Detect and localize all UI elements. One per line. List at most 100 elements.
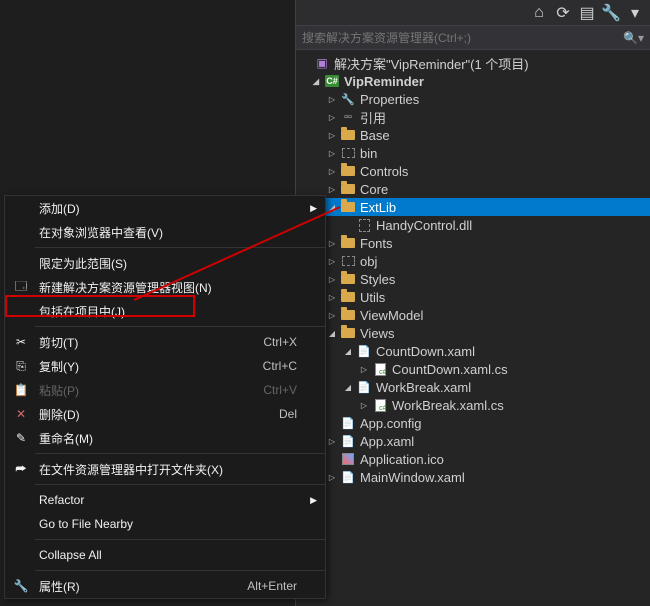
expander-icon[interactable] xyxy=(326,309,338,321)
file-label: WorkBreak.xaml.cs xyxy=(392,398,504,413)
menu-goto-file[interactable]: Go to File Nearby xyxy=(5,512,325,536)
folder-viewmodel[interactable]: ViewModel xyxy=(296,306,650,324)
search-row[interactable]: 🔍▾ xyxy=(296,26,650,50)
menu-collapse[interactable]: Collapse All xyxy=(5,543,325,567)
folder-icon xyxy=(340,308,356,322)
submenu-arrow-icon: ▶ xyxy=(310,203,317,214)
expander-icon[interactable] xyxy=(326,165,338,177)
menu-delete[interactable]: ✕ 删除(D) Del xyxy=(5,402,325,426)
xaml-file-icon: 📄 xyxy=(340,470,356,484)
folder-label: ViewModel xyxy=(360,308,423,323)
toolbar-home-icon[interactable]: ⌂ xyxy=(528,2,550,24)
expander-icon[interactable] xyxy=(326,435,338,447)
file-appxaml[interactable]: 📄 App.xaml xyxy=(296,432,650,450)
references-icon: ▫▫ xyxy=(340,110,356,124)
references-node[interactable]: ▫▫ 引用 xyxy=(296,108,650,126)
menu-include-in-project[interactable]: 包括在项目中(J) xyxy=(5,299,325,323)
folder-icon xyxy=(340,236,356,250)
file-workbreak-xaml[interactable]: 📄 WorkBreak.xaml xyxy=(296,378,650,396)
delete-icon: ✕ xyxy=(11,406,31,422)
file-workbreak-cs[interactable]: WorkBreak.xaml.cs xyxy=(296,396,650,414)
file-handycontrol[interactable]: HandyControl.dll xyxy=(296,216,650,234)
folder-utils[interactable]: Utils xyxy=(296,288,650,306)
file-mainwindow[interactable]: 📄 MainWindow.xaml xyxy=(296,468,650,486)
file-countdown-xaml[interactable]: 📄 CountDown.xaml xyxy=(296,342,650,360)
menu-scope[interactable]: 限定为此范围(S) xyxy=(5,251,325,275)
hidden-folder-icon xyxy=(340,146,356,160)
menu-separator xyxy=(35,247,325,248)
cs-file-icon xyxy=(372,398,388,412)
menu-paste: 📋 粘贴(P) Ctrl+V xyxy=(5,378,325,402)
toolbar-showall-icon[interactable]: ▤ xyxy=(576,2,598,24)
references-label: 引用 xyxy=(360,108,386,127)
menu-label: 重命名(M) xyxy=(39,430,297,447)
menu-label: Refactor xyxy=(39,493,297,507)
folder-icon xyxy=(340,272,356,286)
menu-refactor[interactable]: Refactor ▶ xyxy=(5,488,325,512)
hidden-folder-icon xyxy=(340,254,356,268)
file-appconfig[interactable]: 📄 App.config xyxy=(296,414,650,432)
project-node[interactable]: C# VipReminder xyxy=(296,72,650,90)
toolbar-properties-icon[interactable]: 🔧 xyxy=(600,2,622,24)
toolbar-dropdown-icon[interactable]: ▾ xyxy=(624,2,646,24)
solution-icon: ▣ xyxy=(314,56,330,70)
expander-icon[interactable] xyxy=(326,327,338,339)
folder-styles[interactable]: Styles xyxy=(296,270,650,288)
expander-icon[interactable] xyxy=(358,363,370,375)
search-icon[interactable]: 🔍▾ xyxy=(623,31,644,45)
folder-icon xyxy=(340,128,356,142)
folder-core[interactable]: Core xyxy=(296,180,650,198)
menu-open-explorer[interactable]: ⮫ 在文件资源管理器中打开文件夹(X) xyxy=(5,457,325,481)
menu-copy[interactable]: ⎘ 复制(Y) Ctrl+C xyxy=(5,354,325,378)
expander-icon[interactable] xyxy=(326,129,338,141)
expander-icon[interactable] xyxy=(326,147,338,159)
solution-tree[interactable]: ▣ 解决方案"VipReminder"(1 个项目) C# VipReminde… xyxy=(296,50,650,606)
folder-fonts[interactable]: Fonts xyxy=(296,234,650,252)
solution-node[interactable]: ▣ 解决方案"VipReminder"(1 个项目) xyxy=(296,54,650,72)
expander-icon[interactable] xyxy=(326,273,338,285)
xaml-file-icon: 📄 xyxy=(356,344,372,358)
expander-icon[interactable] xyxy=(326,237,338,249)
properties-node[interactable]: 🔧 Properties xyxy=(296,90,650,108)
wrench-icon: 🔧 xyxy=(11,578,31,594)
folder-label: Controls xyxy=(360,164,408,179)
folder-controls[interactable]: Controls xyxy=(296,162,650,180)
folder-icon xyxy=(340,200,356,214)
menu-separator xyxy=(35,570,325,571)
folder-icon xyxy=(340,182,356,196)
expander-icon[interactable] xyxy=(326,471,338,483)
menu-rename[interactable]: ✎ 重命名(M) xyxy=(5,426,325,450)
toolbar-refresh-icon[interactable]: ⟳ xyxy=(552,2,574,24)
menu-label: 在文件资源管理器中打开文件夹(X) xyxy=(39,461,297,478)
file-label: App.xaml xyxy=(360,434,414,449)
menu-new-view[interactable]: 🗔 新建解决方案资源管理器视图(N) xyxy=(5,275,325,299)
menu-view-browser[interactable]: 在对象浏览器中查看(V) xyxy=(5,220,325,244)
expander-icon[interactable] xyxy=(326,201,338,213)
file-label: App.config xyxy=(360,416,421,431)
folder-views[interactable]: Views xyxy=(296,324,650,342)
csharp-project-icon: C# xyxy=(324,74,340,88)
file-label: Application.ico xyxy=(360,452,444,467)
expander-icon[interactable] xyxy=(326,291,338,303)
menu-shortcut: Ctrl+X xyxy=(263,335,297,349)
menu-properties[interactable]: 🔧 属性(R) Alt+Enter xyxy=(5,574,325,598)
search-input[interactable] xyxy=(302,31,623,45)
menu-cut[interactable]: ✂ 剪切(T) Ctrl+X xyxy=(5,330,325,354)
expander-icon[interactable] xyxy=(326,93,338,105)
folder-obj[interactable]: obj xyxy=(296,252,650,270)
folder-extlib[interactable]: ExtLib xyxy=(296,198,650,216)
expander-icon[interactable] xyxy=(326,111,338,123)
paste-icon: 📋 xyxy=(11,382,31,398)
expander-icon[interactable] xyxy=(358,399,370,411)
expander-icon[interactable] xyxy=(342,381,354,393)
folder-bin[interactable]: bin xyxy=(296,144,650,162)
expander-icon[interactable] xyxy=(326,183,338,195)
folder-base[interactable]: Base xyxy=(296,126,650,144)
expander-icon[interactable] xyxy=(326,255,338,267)
file-appicon[interactable]: Application.ico xyxy=(296,450,650,468)
menu-label: 剪切(T) xyxy=(39,334,263,351)
expander-icon[interactable] xyxy=(310,75,322,87)
expander-icon[interactable] xyxy=(342,345,354,357)
file-countdown-cs[interactable]: CountDown.xaml.cs xyxy=(296,360,650,378)
menu-add[interactable]: 添加(D) ▶ xyxy=(5,196,325,220)
